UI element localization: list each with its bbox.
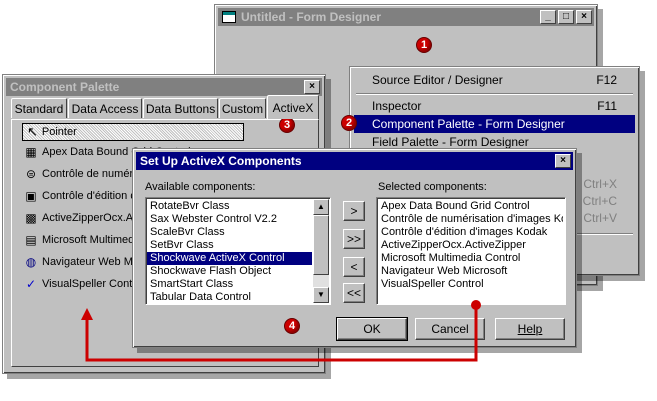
tab-activex[interactable]: ActiveX: [267, 95, 319, 119]
menu-item-shortcut: F11: [597, 99, 617, 113]
selected-items: Apex Data Bound Grid Control Contrôle de …: [378, 200, 563, 291]
menu-item-inspector[interactable]: Inspector F11: [354, 97, 635, 115]
tab-data-buttons[interactable]: Data Buttons: [143, 98, 218, 118]
tab-standard[interactable]: Standard: [11, 98, 67, 118]
selected-list-item[interactable]: Contrôle d'édition d'images Kodak: [378, 226, 563, 239]
menu-item-label: Field Palette - Form Designer: [372, 135, 529, 149]
tab-data-access[interactable]: Data Access: [68, 98, 142, 118]
scroll-up-button[interactable]: ▲: [313, 199, 329, 215]
pointer-label: Pointer: [41, 126, 77, 138]
available-list-item[interactable]: SetBvr Class: [147, 239, 312, 252]
available-list-item[interactable]: Sax Webster Control V2.2: [147, 213, 312, 226]
palette-item-label: Contrôle de numéri: [42, 168, 136, 180]
palette-item-zipper[interactable]: ▩ ActiveZipperOcx.A: [24, 208, 133, 228]
remove-button[interactable]: <: [343, 257, 365, 277]
callout-2: 2: [341, 115, 357, 131]
scroll-thumb[interactable]: [313, 215, 329, 275]
palette-item-scan-control[interactable]: ⊜ Contrôle de numéri: [24, 164, 136, 184]
palette-tabs: Standard Data Access Data Buttons Custom…: [11, 95, 321, 120]
selected-list-item[interactable]: Microsoft Multimedia Control: [378, 252, 563, 265]
ok-button[interactable]: OK: [336, 317, 408, 341]
available-scrollbar[interactable]: ▲ ▼: [313, 199, 329, 303]
palette-title: Component Palette: [10, 80, 120, 94]
available-list-item[interactable]: Shockwave ActiveX Control: [147, 252, 312, 265]
palette-item-label: Microsoft Multimedi: [42, 234, 137, 246]
pointer-tool[interactable]: ↖ Pointer: [22, 123, 244, 141]
palette-item-label: ActiveZipperOcx.A: [42, 212, 134, 224]
palette-item-web-browser[interactable]: ◍ Navigateur Web Mi: [24, 252, 136, 272]
palette-item-speller[interactable]: ✓ VisualSpeller Contro: [24, 274, 142, 294]
available-label: Available components:: [145, 181, 256, 193]
selected-list-item[interactable]: VisualSpeller Control: [378, 278, 563, 291]
palette-item-label: Contrôle d'édition d: [42, 190, 137, 202]
menu-item-label: Source Editor / Designer: [372, 73, 503, 87]
menu-item-label: Component Palette - Form Designer: [372, 117, 565, 131]
palette-close-button[interactable]: ×: [304, 80, 320, 94]
menu-item-shortcut: Ctrl+C: [582, 194, 617, 208]
selected-list-item[interactable]: Apex Data Bound Grid Control: [378, 200, 563, 213]
selected-list[interactable]: Apex Data Bound Grid Control Contrôle de …: [376, 197, 566, 305]
callout-1: 1: [416, 37, 432, 53]
menu-item-shortcut: Ctrl+V: [583, 211, 617, 225]
cancel-button[interactable]: Cancel: [415, 318, 485, 340]
grid-icon: ▦: [25, 145, 37, 159]
available-list-item[interactable]: ScaleBvr Class: [147, 226, 312, 239]
available-list-item[interactable]: Shockwave Flash Object: [147, 265, 312, 278]
add-button[interactable]: >: [343, 201, 365, 221]
palette-item-image-edit[interactable]: ▣ Contrôle d'édition d: [24, 186, 136, 206]
selected-list-item[interactable]: Navigateur Web Microsoft: [378, 265, 563, 278]
dialog-titlebar[interactable]: Set Up ActiveX Components ×: [136, 152, 573, 170]
browser-icon: ◍: [25, 255, 37, 269]
image-edit-icon: ▣: [25, 189, 37, 203]
selected-list-item[interactable]: ActiveZipperOcx.ActiveZipper: [378, 239, 563, 252]
dialog-title: Set Up ActiveX Components: [140, 154, 302, 168]
selected-label: Selected components:: [378, 181, 487, 193]
menu-item-label: Inspector: [372, 99, 422, 113]
multimedia-icon: ▤: [25, 233, 37, 247]
zipper-icon: ▩: [25, 211, 37, 225]
help-button[interactable]: Help: [495, 318, 565, 340]
maximize-button[interactable]: □: [558, 10, 574, 24]
available-list-item[interactable]: SmartStart Class: [147, 278, 312, 291]
pointer-icon: ↖: [27, 124, 38, 139]
menu-item-source-editor[interactable]: Source Editor / Designer F12: [354, 71, 635, 89]
palette-item-multimedia[interactable]: ▤ Microsoft Multimedi: [24, 230, 137, 250]
remove-all-button[interactable]: <<: [343, 283, 365, 303]
palette-titlebar[interactable]: Component Palette ×: [6, 78, 322, 96]
available-list-item[interactable]: Tabular Data Control: [147, 291, 312, 304]
available-list-item[interactable]: RotateBvr Class: [147, 200, 312, 213]
close-button[interactable]: ×: [576, 10, 592, 24]
activex-dialog: Set Up ActiveX Components × Available co…: [132, 148, 577, 348]
menu-item-shortcut: F12: [596, 73, 617, 87]
minimize-button[interactable]: _: [540, 10, 556, 24]
form-designer-icon: [222, 11, 236, 23]
add-all-button[interactable]: >>: [343, 229, 365, 249]
palette-item-label: Navigateur Web Mi: [42, 256, 136, 268]
palette-item-label: VisualSpeller Contro: [42, 278, 143, 290]
speller-icon: ✓: [25, 277, 37, 291]
tab-custom[interactable]: Custom: [219, 98, 266, 118]
menu-separator: [356, 93, 633, 95]
scanner-icon: ⊜: [25, 167, 37, 181]
available-items: RotateBvr Class Sax Webster Control V2.2 S…: [147, 200, 312, 304]
callout-4: 4: [284, 318, 300, 334]
selected-list-item[interactable]: Contrôle de numérisation d'images Kod: [378, 213, 563, 226]
menu-item-shortcut: Ctrl+X: [583, 177, 617, 191]
form-designer-title: Untitled - Form Designer: [241, 10, 382, 24]
scroll-down-button[interactable]: ▼: [313, 287, 329, 303]
callout-3: 3: [279, 117, 295, 133]
help-button-label: Help: [517, 322, 543, 336]
menu-item-component-palette[interactable]: Component Palette - Form Designer: [354, 115, 635, 133]
form-designer-titlebar[interactable]: Untitled - Form Designer _ □ ×: [218, 8, 594, 26]
dialog-close-button[interactable]: ×: [555, 154, 571, 168]
available-list[interactable]: RotateBvr Class Sax Webster Control V2.2 S…: [145, 197, 331, 305]
